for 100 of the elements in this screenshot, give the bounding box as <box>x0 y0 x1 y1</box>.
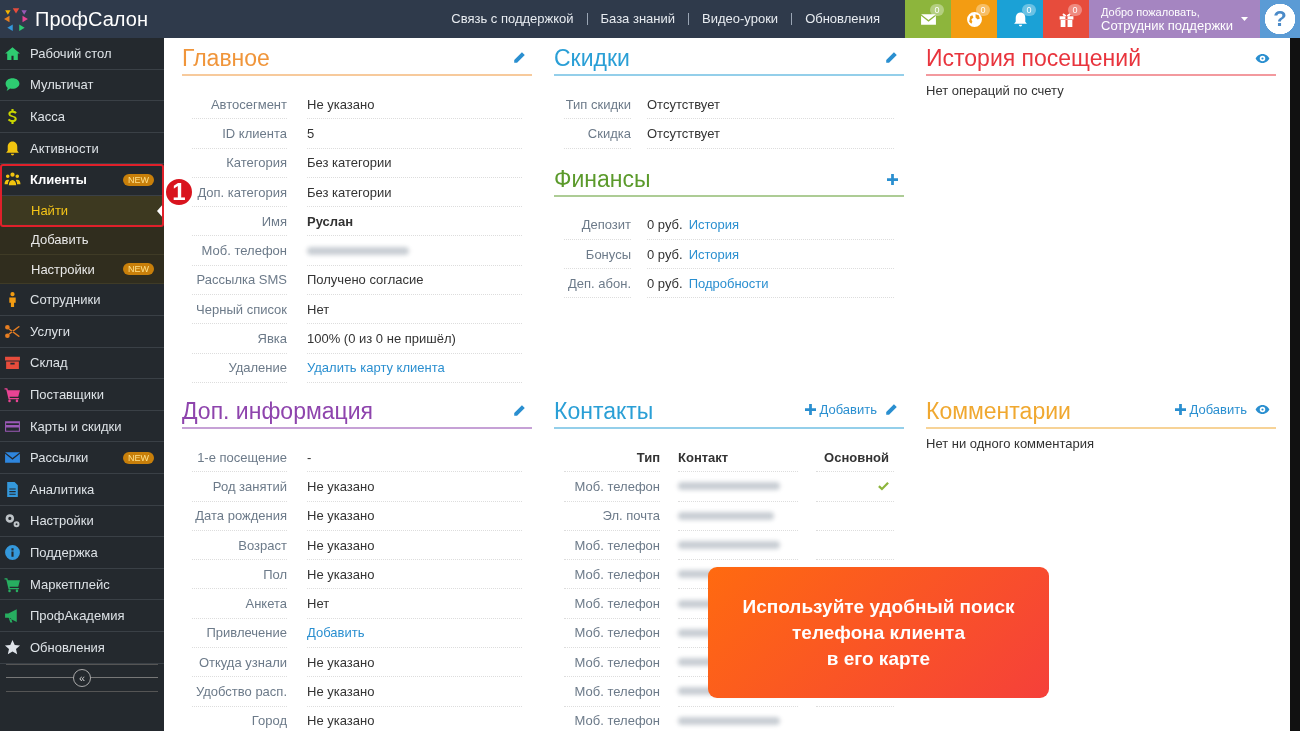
field-value: Не указано <box>307 96 375 112</box>
field-label: Рассылка SMS <box>196 272 287 288</box>
sidebar-item[interactable]: Клиенты NEW <box>0 164 164 196</box>
sidebar-item[interactable]: Активности <box>0 132 164 165</box>
document-icon <box>4 480 21 498</box>
sidebar-label: Мультичат <box>30 77 95 93</box>
field-label: Род занятий <box>212 478 287 494</box>
field-link[interactable]: История <box>688 246 740 262</box>
field-label: Пол <box>263 566 287 582</box>
step-marker: 1 <box>164 177 194 207</box>
section-title: Финансы <box>554 164 651 193</box>
field-label: Деп. абон. <box>568 275 631 291</box>
field-value: Не указано <box>307 566 375 582</box>
sidebar-item[interactable]: ПрофАкадемия <box>0 600 164 632</box>
logo-text[interactable]: ПрофСалон <box>35 7 148 31</box>
new-badge: NEW <box>123 263 154 276</box>
scissors-icon <box>4 322 21 340</box>
section-title: Главное <box>182 44 270 72</box>
sidebar-item[interactable]: Обновления <box>0 632 164 664</box>
field-value: 0 руб. <box>647 275 683 291</box>
contact-type: Моб. телефон <box>564 706 660 731</box>
column-header: Контакт <box>678 449 729 465</box>
sidebar-item[interactable]: Маркетплейс <box>0 568 164 601</box>
section-title: Комментарии <box>926 396 1071 425</box>
sidebar-item[interactable]: Рабочий стол <box>0 38 164 70</box>
sidebar-item[interactable]: Поставщики <box>0 379 164 411</box>
field-label: Тип скидки <box>565 96 631 112</box>
star-icon <box>4 638 21 656</box>
sidebar-label: Клиенты <box>30 172 88 188</box>
pencil-icon[interactable] <box>885 402 898 416</box>
add-link[interactable]: Добавить <box>1174 401 1247 417</box>
sidebar-label: Рабочий стол <box>30 45 113 61</box>
contact-type: Моб. телефон <box>564 560 660 590</box>
box-icon <box>4 354 21 372</box>
submenu-item[interactable]: Добавить <box>0 225 164 255</box>
nav-link[interactable]: Связь с поддержкой <box>438 13 587 25</box>
field-label: ID клиента <box>222 125 287 141</box>
field-label: Дата рождения <box>195 508 287 524</box>
new-badge: NEW <box>123 173 154 186</box>
contact-type: Моб. телефон <box>564 648 660 678</box>
pencil-icon[interactable] <box>885 51 898 64</box>
sidebar-label: Сотрудники <box>30 292 102 308</box>
sidebar-label: Склад <box>30 355 69 371</box>
field-value: 0 руб. <box>647 246 683 262</box>
field-value: Не указано <box>307 713 375 729</box>
notification-count: 0 <box>930 4 944 16</box>
add-link[interactable]: Добавить <box>804 401 877 417</box>
globe-icon <box>965 10 983 28</box>
field-link[interactable]: Добавить <box>307 625 365 641</box>
field-value: Не указано <box>307 478 375 494</box>
help-button[interactable]: ? <box>1260 0 1300 38</box>
collapse-button[interactable]: « <box>73 668 91 687</box>
pencil-icon[interactable] <box>513 403 526 417</box>
submenu-item[interactable]: Настройки NEW <box>0 254 164 285</box>
sidebar-item[interactable]: Аналитика <box>0 474 164 506</box>
notification-count: 0 <box>1068 4 1082 16</box>
contact-type: Моб. телефон <box>564 618 660 649</box>
submenu-label: Добавить <box>31 232 90 248</box>
sidebar-label: Аналитика <box>30 481 96 497</box>
submenu-item[interactable]: Найти <box>0 195 164 226</box>
field-label: Скидка <box>587 125 631 141</box>
pencil-icon[interactable] <box>513 51 526 64</box>
field-label: Депозит <box>581 217 631 233</box>
field-label: Черный список <box>196 301 287 317</box>
field-label: Город <box>251 713 287 729</box>
section-title: Доп. информация <box>182 396 373 425</box>
sidebar-item[interactable]: Карты и скидки <box>0 410 164 443</box>
sidebar-item[interactable]: Настройки <box>0 505 164 538</box>
field-link[interactable]: Удалить карту клиента <box>307 360 445 376</box>
field-value: Не указано <box>307 537 375 553</box>
field-link[interactable]: Подробности <box>688 275 769 291</box>
sidebar-item[interactable]: Мультичат <box>0 69 164 102</box>
field-value: Не указано <box>307 654 375 670</box>
sidebar-item[interactable]: Поддержка <box>0 537 164 569</box>
sidebar-item[interactable]: Рассылки NEW <box>0 442 164 475</box>
check-icon <box>878 481 889 491</box>
sidebar-item[interactable]: Склад <box>0 347 164 380</box>
eye-icon[interactable] <box>1255 53 1270 64</box>
field-link[interactable]: История <box>688 217 740 233</box>
nav-link[interactable]: База знаний <box>586 13 689 25</box>
field-value: 5 <box>307 125 315 141</box>
eye-icon[interactable] <box>1255 403 1270 415</box>
nav-link[interactable]: Обновления <box>791 13 893 25</box>
sidebar-label: Настройки <box>30 513 95 529</box>
sidebar-item[interactable]: Услуги <box>0 316 164 348</box>
sidebar-item[interactable]: Касса <box>0 101 164 133</box>
nav-link[interactable]: Видео-уроки <box>688 13 792 25</box>
plus-icon[interactable] <box>887 173 898 185</box>
section-title: Скидки <box>554 44 630 72</box>
field-value: Получено согласие <box>307 272 424 288</box>
field-label: Откуда узнали <box>198 654 287 670</box>
sidebar-label: Касса <box>30 109 67 124</box>
sidebar-item[interactable]: Сотрудники <box>0 284 164 317</box>
field-label: Анкета <box>245 596 287 612</box>
field-label: Возраст <box>238 537 287 553</box>
field-label: Имя <box>261 213 287 229</box>
field-value: 0 руб. <box>647 217 683 233</box>
sidebar-label: Обновления <box>30 639 106 655</box>
field-label: Бонусы <box>585 246 631 262</box>
contact-type: Моб. телефон <box>564 472 660 502</box>
